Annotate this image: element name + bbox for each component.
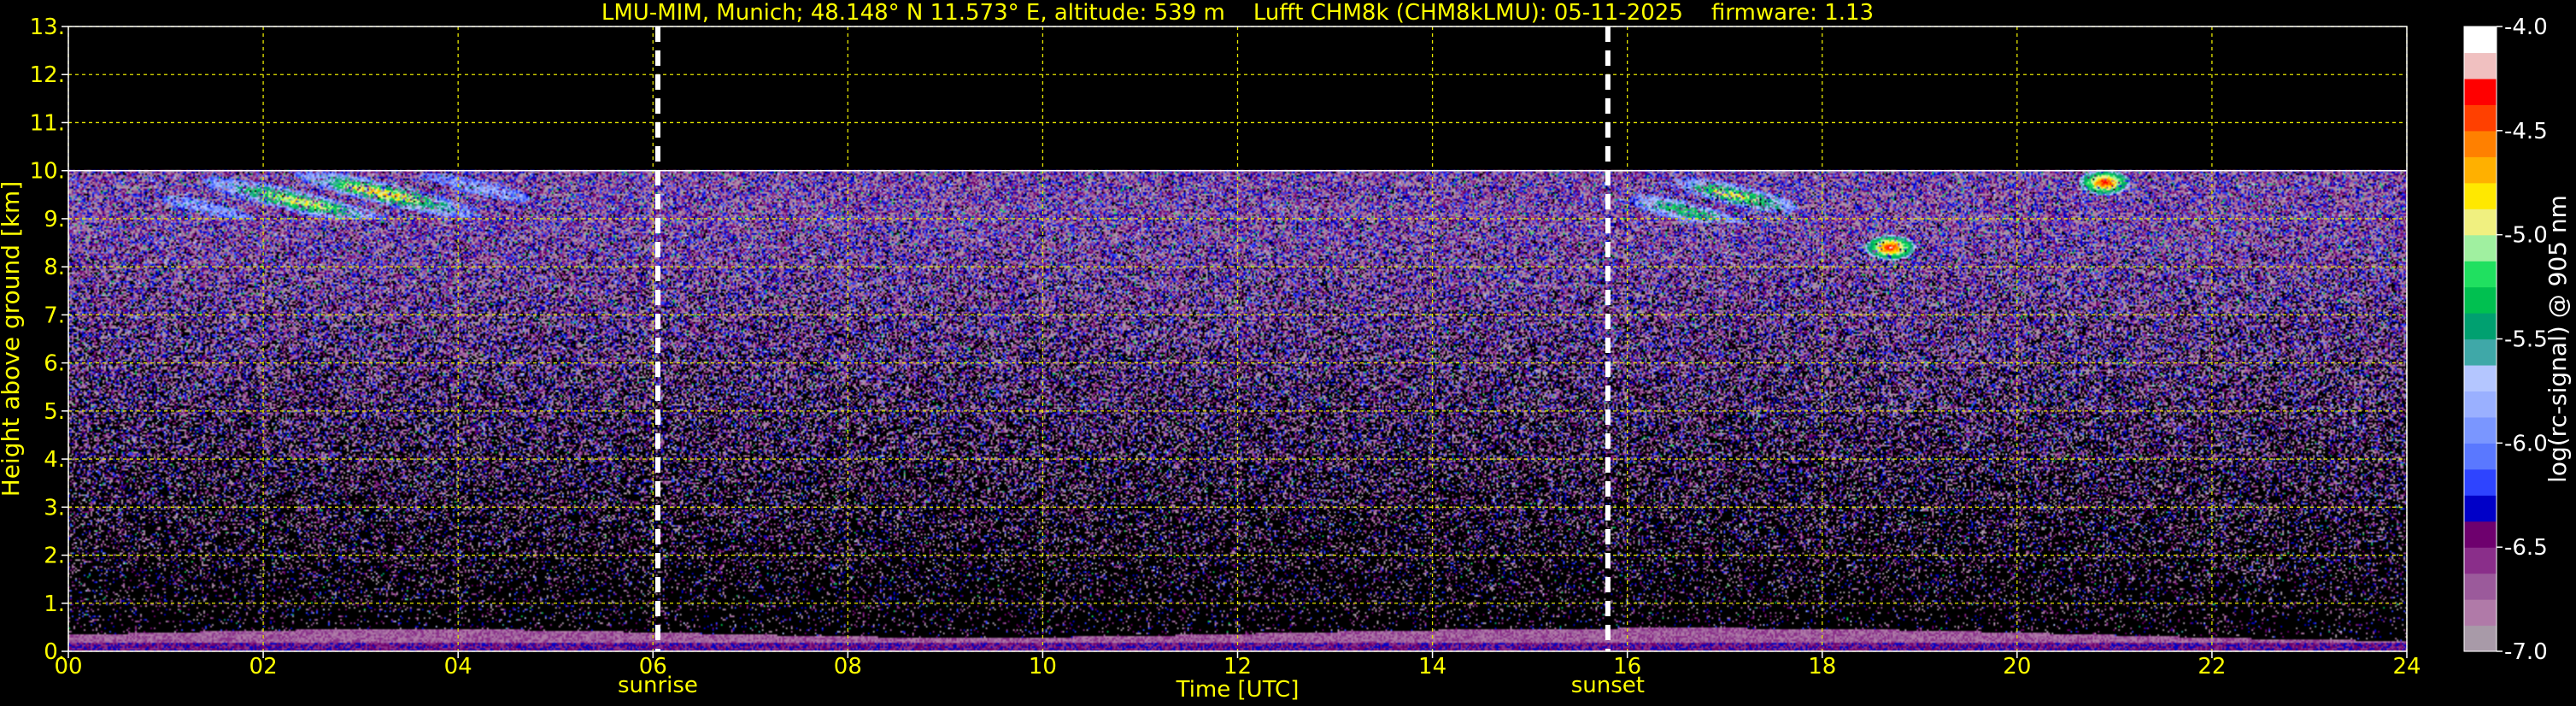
- colorbar-tick-label: -7.0: [2504, 639, 2548, 665]
- ceilometer-chart: sunrise sunset 0.1.2.3.4.5.6.7.8.9.10.11.…: [0, 0, 2576, 706]
- colorbar-segment: [2464, 338, 2497, 366]
- y-tick-label: 11.: [30, 110, 65, 136]
- x-tick-label: 02: [249, 654, 278, 680]
- x-tick-label: 14: [1418, 654, 1446, 680]
- colorbar-tick-label: -6.0: [2504, 431, 2548, 456]
- y-tick-label: 3.: [44, 495, 65, 521]
- y-tick-label: 4.: [44, 447, 65, 473]
- colorbar-segment: [2464, 313, 2497, 340]
- x-tick-label: 16: [1613, 654, 1641, 680]
- y-tick-label: 8.: [44, 255, 65, 280]
- x-tick-label: 12: [1223, 654, 1252, 680]
- colorbar-segment: [2464, 104, 2497, 132]
- x-axis-label: Time [UTC]: [1176, 677, 1300, 703]
- colorbar-segment: [2464, 156, 2497, 184]
- colorbar-segment: [2464, 547, 2497, 574]
- y-tick-label: 1.: [44, 591, 65, 617]
- y-tick-label: 5.: [44, 399, 65, 425]
- y-tick-label: 12.: [30, 62, 65, 88]
- colorbar-segment: [2464, 26, 2497, 54]
- colorbar-label: log(rc-signal) @ 905 nm: [2544, 195, 2572, 483]
- y-axis-label: Height above ground [km]: [0, 181, 25, 497]
- colorbar-segment: [2464, 521, 2497, 548]
- x-tick-label: 06: [639, 654, 667, 680]
- x-tick-label: 04: [444, 654, 472, 680]
- colorbar-segment: [2464, 261, 2497, 288]
- colorbar-tick-label: -6.5: [2504, 535, 2548, 561]
- x-tick-label: 22: [2198, 654, 2226, 680]
- colorbar-segment: [2464, 468, 2497, 496]
- x-tick-label: 18: [1808, 654, 1836, 680]
- colorbar-segment: [2464, 443, 2497, 470]
- colorbar-tick-label: -4.0: [2504, 15, 2548, 40]
- colorbar-segment: [2464, 573, 2497, 600]
- x-tick-label: 20: [2003, 654, 2031, 680]
- colorbar-segment: [2464, 234, 2497, 262]
- x-tick-label: 08: [834, 654, 862, 680]
- backscatter-heatmap: [68, 26, 2407, 651]
- colorbar-segment: [2464, 130, 2497, 157]
- x-tick-label: 24: [2392, 654, 2421, 680]
- x-tick-label: 00: [54, 654, 82, 680]
- colorbar-tick-label: -4.5: [2504, 119, 2548, 144]
- y-tick-label: 2.: [44, 544, 65, 569]
- colorbar-segment: [2464, 286, 2497, 314]
- y-tick-label: 13.: [30, 15, 65, 40]
- colorbar-segment: [2464, 391, 2497, 418]
- y-tick-label: 10.: [30, 159, 65, 185]
- colorbar-segment: [2464, 52, 2497, 79]
- colorbar-segment: [2464, 495, 2497, 522]
- chart-title: LMU-MIM, Munich; 48.148° N 11.573° E, al…: [601, 0, 1874, 26]
- x-tick-label: 10: [1029, 654, 1057, 680]
- colorbar-segment: [2464, 599, 2497, 627]
- colorbar-tick-label: -5.0: [2504, 223, 2548, 249]
- y-tick-label: 9.: [44, 207, 65, 232]
- colorbar-segment: [2464, 364, 2497, 392]
- colorbar-segment: [2464, 625, 2497, 652]
- colorbar-segment: [2464, 182, 2497, 209]
- y-tick-label: 6.: [44, 351, 65, 377]
- colorbar-segment: [2464, 78, 2497, 105]
- colorbar-tick-label: -5.5: [2504, 327, 2548, 353]
- y-tick-label: 7.: [44, 303, 65, 328]
- colorbar-segment: [2464, 416, 2497, 444]
- colorbar-segment: [2464, 209, 2497, 236]
